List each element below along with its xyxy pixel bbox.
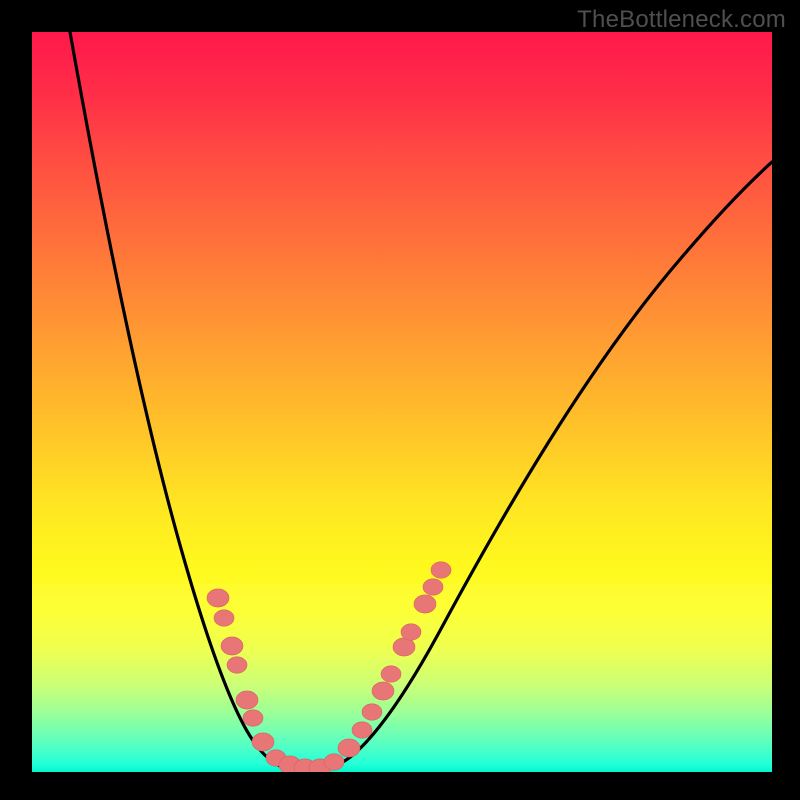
bottleneck-curve — [70, 32, 772, 770]
data-marker — [423, 579, 443, 595]
data-marker — [227, 657, 247, 673]
curve-left-branch-thin — [70, 32, 315, 770]
data-marker — [414, 595, 436, 613]
data-marker — [431, 562, 451, 578]
data-marker — [401, 624, 421, 640]
marker-group — [207, 562, 451, 772]
curve-layer — [32, 32, 772, 772]
curve-left-branch — [70, 32, 315, 770]
data-marker — [214, 610, 234, 626]
data-marker — [338, 739, 360, 757]
data-marker — [252, 733, 274, 751]
data-marker — [207, 589, 229, 607]
chart-frame: TheBottleneck.com — [0, 0, 800, 800]
data-marker — [243, 710, 263, 726]
data-marker — [324, 754, 344, 770]
watermark-text: TheBottleneck.com — [577, 6, 786, 34]
data-marker — [362, 704, 382, 720]
data-marker — [372, 682, 394, 700]
data-marker — [221, 637, 243, 655]
data-marker — [393, 638, 415, 656]
data-marker — [381, 666, 401, 682]
data-marker — [352, 722, 372, 738]
data-marker — [236, 691, 258, 709]
plot-area — [32, 32, 772, 772]
